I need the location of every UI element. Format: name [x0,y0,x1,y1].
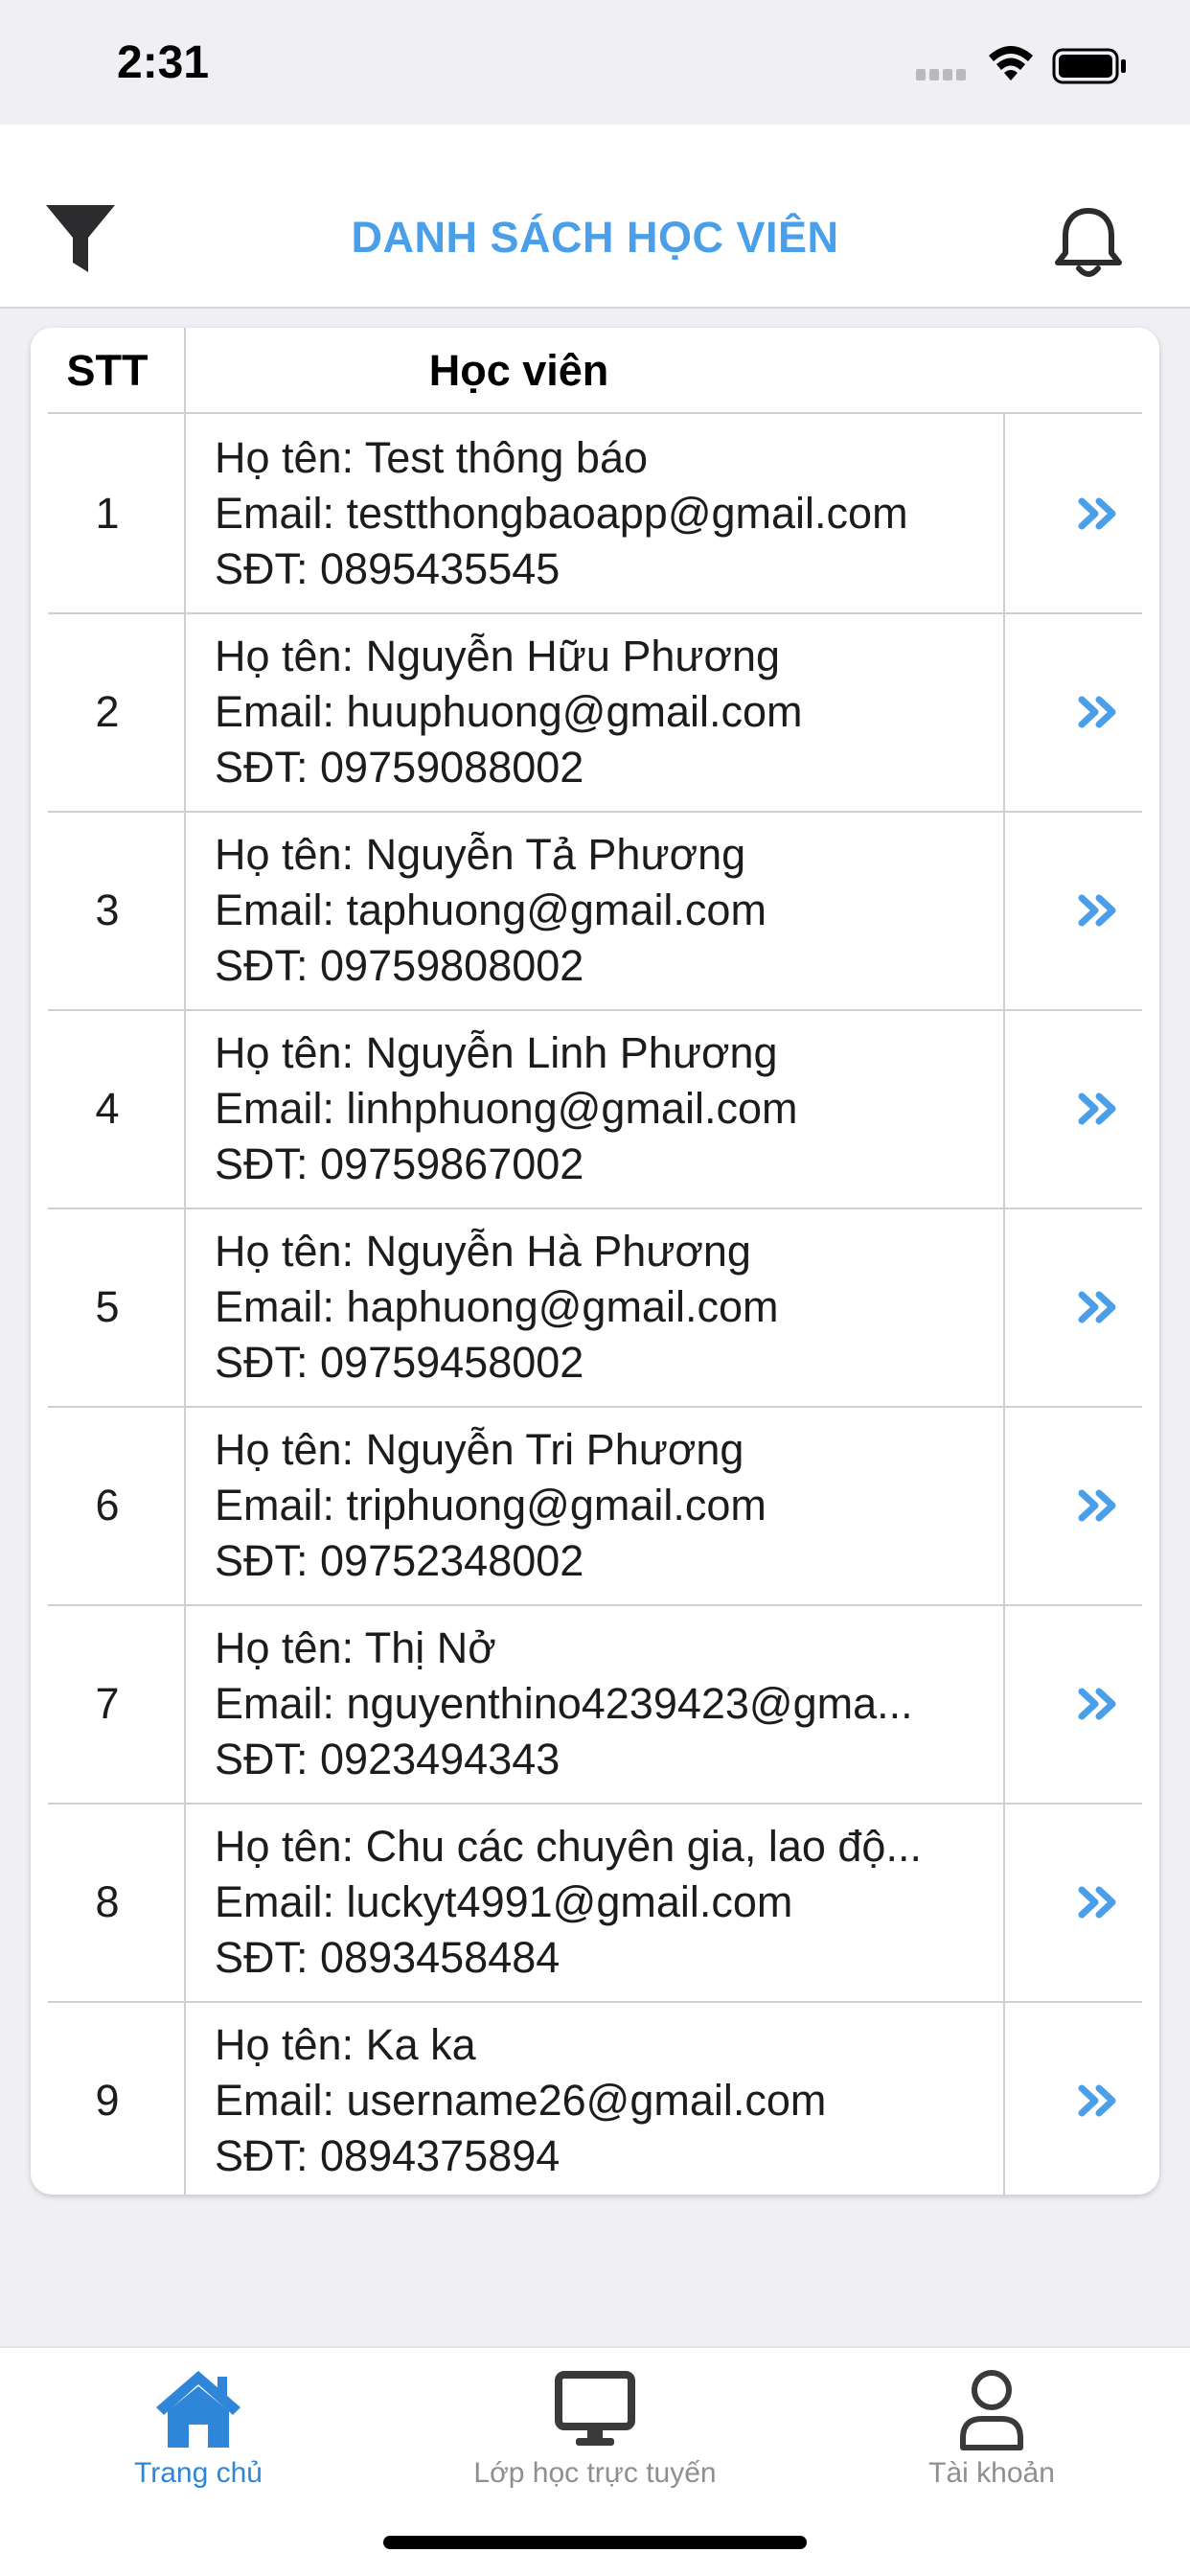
student-email: Email: linhphuong@gmail.com [215,1083,798,1133]
monitor-icon [555,2371,635,2446]
row-index: 6 [95,1480,120,1530]
status-icons [903,0,1190,125]
cellular-signal-icon [916,69,966,80]
student-info: Họ tên: Nguyễn Tri Phương Email: triphuo… [215,1406,1000,1604]
column-header-student: Học viên [428,346,609,395]
tab-label: Tài khoản [928,2457,1055,2489]
student-phone: SĐT: 09759867002 [215,1138,584,1188]
double-chevron-right-icon [1078,2084,1116,2116]
student-phone: SĐT: 0894375894 [215,2130,561,2180]
student-name: Họ tên: Nguyễn Linh Phương [215,1027,778,1077]
header: DANH SÁCH HỌC VIÊN [0,125,1190,309]
double-chevron-right-icon [1078,1092,1116,1124]
student-email: Email: testthongbaoapp@gmail.com [215,488,908,538]
home-indicator [383,2536,807,2549]
student-info: Họ tên: Ka ka Email: username26@gmail.co… [215,2001,1000,2195]
detail-button[interactable] [1039,1009,1159,1208]
tab-label: Lớp học trực tuyến [473,2457,717,2489]
student-info: Họ tên: Test thông báo Email: testthongb… [215,414,1000,612]
double-chevron-right-icon [1078,1886,1116,1918]
table-row[interactable]: 4 Họ tên: Nguyễn Linh Phương Email: linh… [31,1009,1159,1208]
battery-icon [1052,48,1126,84]
row-index: 9 [95,2075,120,2125]
tab-account[interactable]: Tài khoản [793,2348,1190,2511]
page-title: DANH SÁCH HỌC VIÊN [351,213,839,262]
student-email: Email: huuphuong@gmail.com [215,686,803,736]
student-email: Email: luckyt4991@gmail.com [215,1876,793,1926]
table-row[interactable]: 5 Họ tên: Nguyễn Hà Phương Email: haphuo… [31,1208,1159,1406]
student-phone: SĐT: 09752348002 [215,1535,584,1585]
student-phone: SĐT: 0893458484 [215,1932,561,1982]
student-info: Họ tên: Thị Nở Email: nguyenthino4239423… [215,1604,1000,1803]
table-row[interactable]: 2 Họ tên: Nguyễn Hữu Phương Email: huuph… [31,612,1159,811]
student-name: Họ tên: Nguyễn Tri Phương [215,1424,744,1474]
row-index: 5 [95,1281,120,1331]
student-name: Họ tên: Test thông báo [215,432,648,482]
student-email: Email: triphuong@gmail.com [215,1480,767,1530]
wifi-icon [989,46,1033,80]
status-time: 2:31 [117,37,210,88]
detail-button[interactable] [1039,414,1159,612]
row-index: 7 [95,1678,120,1728]
table-header: STT Học viên [31,328,1159,414]
row-index: 1 [95,488,120,538]
table-row[interactable]: 6 Họ tên: Nguyễn Tri Phương Email: triph… [31,1406,1159,1604]
detail-button[interactable] [1039,1208,1159,1406]
detail-button[interactable] [1039,1803,1159,2001]
student-email: Email: username26@gmail.com [215,2075,827,2125]
student-info: Họ tên: Nguyễn Linh Phương Email: linhph… [215,1009,1000,1208]
double-chevron-right-icon [1078,1489,1116,1521]
student-name: Họ tên: Nguyễn Hữu Phương [215,631,781,680]
detail-button[interactable] [1039,2001,1159,2195]
home-icon [156,2371,240,2448]
student-email: Email: haphuong@gmail.com [215,1281,779,1331]
table-row[interactable]: 9 Họ tên: Ka ka Email: username26@gmail.… [31,2001,1159,2195]
student-name: Họ tên: Nguyễn Hà Phương [215,1226,751,1276]
detail-button[interactable] [1039,1406,1159,1604]
student-phone: SĐT: 09759808002 [215,940,584,990]
tab-label: Trang chủ [134,2457,263,2489]
double-chevron-right-icon [1078,696,1116,727]
status-bar: 2:31 [0,0,1190,125]
double-chevron-right-icon [1078,894,1116,926]
student-name: Họ tên: Chu các chuyên gia, lao độ... [215,1821,922,1871]
student-name: Họ tên: Nguyễn Tả Phương [215,829,746,879]
detail-button[interactable] [1039,811,1159,1009]
double-chevron-right-icon [1078,497,1116,529]
student-name: Họ tên: Thị Nở [215,1622,496,1672]
tab-online-class[interactable]: Lớp học trực tuyến [397,2348,793,2511]
row-index: 8 [95,1876,120,1926]
row-index: 4 [95,1083,120,1133]
table-row[interactable]: 1 Họ tên: Test thông báo Email: testthon… [31,414,1159,612]
student-phone: SĐT: 0923494343 [215,1734,561,1783]
row-index: 3 [95,885,120,934]
user-icon [960,2370,1023,2450]
student-table: STT Học viên 1 Họ tên: Test thông báo Em… [31,328,1159,2195]
student-phone: SĐT: 09759458002 [215,1337,584,1387]
student-phone: SĐT: 09759088002 [215,742,584,792]
student-email: Email: nguyenthino4239423@gma... [215,1678,913,1728]
detail-button[interactable] [1039,1604,1159,1803]
student-info: Họ tên: Nguyễn Hà Phương Email: haphuong… [215,1208,1000,1406]
student-info: Họ tên: Nguyễn Tả Phương Email: taphuong… [215,811,1000,1009]
bell-icon [1055,208,1122,277]
table-row[interactable]: 8 Họ tên: Chu các chuyên gia, lao độ... … [31,1803,1159,2001]
column-header-stt: STT [66,346,149,395]
tab-home[interactable]: Trang chủ [0,2348,397,2511]
student-info: Họ tên: Nguyễn Hữu Phương Email: huuphuo… [215,612,1000,811]
double-chevron-right-icon [1078,1291,1116,1322]
table-row[interactable]: 7 Họ tên: Thị Nở Email: nguyenthino42394… [31,1604,1159,1803]
detail-button[interactable] [1039,612,1159,811]
student-name: Họ tên: Ka ka [215,2019,476,2069]
notification-button[interactable] [1052,203,1125,282]
student-phone: SĐT: 0895435545 [215,543,561,593]
double-chevron-right-icon [1078,1688,1116,1719]
student-info: Họ tên: Chu các chuyên gia, lao độ... Em… [215,1803,1000,2001]
student-email: Email: taphuong@gmail.com [215,885,767,934]
row-index: 2 [95,686,120,736]
table-row[interactable]: 3 Họ tên: Nguyễn Tả Phương Email: taphuo… [31,811,1159,1009]
